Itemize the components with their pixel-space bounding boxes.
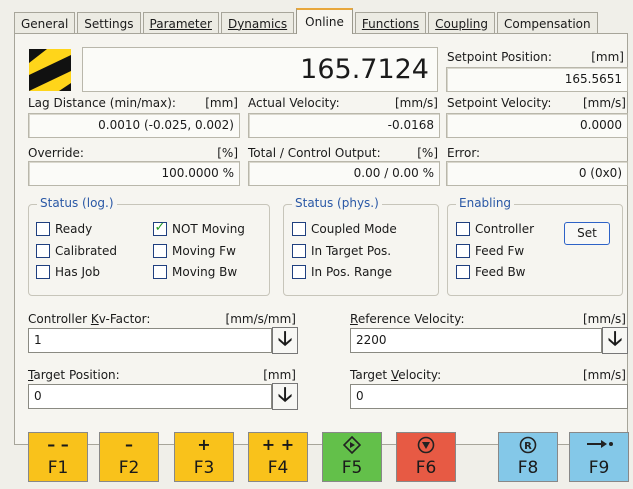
total-output-value: 0.00 / 0.00 % [248, 161, 440, 186]
moving-bw-checkbox[interactable]: Moving Bw [153, 265, 237, 279]
moving-fw-checkbox[interactable]: Moving Fw [153, 244, 236, 258]
f6-stop-button[interactable]: F6 [396, 432, 456, 482]
actual-velocity-unit: [mm/s] [394, 96, 438, 110]
kv-factor-label: Controller Kv-Factor: [28, 312, 151, 326]
error-value: 0 (0x0) [446, 161, 628, 186]
tab-dynamics[interactable]: Dynamics [220, 12, 295, 34]
actual-position-display: 165.7124 [82, 47, 438, 92]
tab-functions[interactable]: Functions [354, 12, 427, 34]
tab-online[interactable]: Online [296, 8, 353, 34]
in-pos-range-checkbox[interactable]: In Pos. Range [292, 265, 392, 279]
double-minus-icon: – – [47, 435, 69, 454]
setpoint-velocity-unit: [mm/s] [582, 96, 626, 110]
tab-compensation[interactable]: Compensation [497, 12, 598, 34]
minus-icon: – [125, 435, 133, 454]
tab-settings[interactable]: Settings [77, 12, 141, 34]
f3-jog-forward-button[interactable]: + F3 [174, 432, 234, 482]
status-log-title: Status (log.) [37, 196, 117, 210]
stop-icon [397, 436, 455, 458]
enabling-title: Enabling [456, 196, 515, 210]
set-button[interactable]: Set [564, 222, 610, 245]
f4-jog-fast-forward-button[interactable]: + + F4 [248, 432, 308, 482]
target-velocity-label: Target Velocity: [350, 368, 442, 382]
override-label: Override: [28, 146, 84, 160]
tab-bar: General Settings Parameter Dynamics Onli… [14, 8, 600, 34]
diamond-icon [323, 435, 381, 458]
setpoint-position-unit: [mm] [591, 50, 624, 64]
actual-velocity-value: -0.0168 [248, 113, 440, 138]
override-unit: [%] [217, 146, 238, 160]
in-target-pos-checkbox[interactable]: In Target Pos. [292, 244, 391, 258]
double-plus-icon: + + [261, 435, 295, 454]
axis-logo-icon [29, 49, 71, 91]
target-velocity-input[interactable]: 0 [350, 384, 628, 409]
f2-jog-back-button[interactable]: – F2 [99, 432, 159, 482]
f5-start-button[interactable]: F5 [322, 432, 382, 482]
target-position-input[interactable]: 0 [28, 384, 272, 409]
kv-factor-apply-arrow-icon[interactable]: 🡣 [272, 326, 298, 354]
ready-checkbox[interactable]: Ready [36, 222, 92, 236]
coupled-mode-checkbox[interactable]: Coupled Mode [292, 222, 397, 236]
target-position-apply-arrow-icon[interactable]: 🡣 [272, 382, 298, 410]
has-job-checkbox[interactable]: Has Job [36, 265, 100, 279]
feed-bw-checkbox[interactable]: Feed Bw [456, 265, 526, 279]
setpoint-velocity-label: Setpoint Velocity: [447, 96, 552, 110]
reference-velocity-label: Reference Velocity: [350, 312, 465, 326]
error-label: Error: [447, 146, 481, 160]
override-value: 100.0000 % [28, 161, 240, 186]
lag-distance-unit: [mm] [205, 96, 238, 110]
setpoint-velocity-value: 0.0000 [446, 113, 628, 138]
setpoint-position-label: Setpoint Position: [447, 50, 552, 64]
goto-icon [570, 436, 628, 456]
setpoint-position-value: 165.5651 [446, 67, 628, 92]
svg-text:R: R [524, 441, 532, 452]
tab-coupling[interactable]: Coupling [428, 12, 495, 34]
target-velocity-unit: [mm/s] [582, 368, 626, 382]
f1-jog-fast-back-button[interactable]: – – F1 [28, 432, 88, 482]
target-position-label: Target Position: [28, 368, 120, 382]
reference-velocity-apply-arrow-icon[interactable]: 🡣 [602, 326, 628, 354]
f9-goto-button[interactable]: F9 [569, 432, 629, 482]
f8-reference-button[interactable]: R F8 [498, 432, 558, 482]
not-moving-checkbox[interactable]: ✓ NOT Moving [153, 220, 245, 236]
plus-icon: + [197, 435, 211, 454]
tab-parameter[interactable]: Parameter [142, 12, 219, 34]
calibrated-checkbox[interactable]: Calibrated [36, 244, 117, 258]
total-output-unit: [%] [417, 146, 438, 160]
lag-distance-label: Lag Distance (min/max): [28, 96, 176, 110]
reference-velocity-input[interactable]: 2200 [350, 328, 602, 353]
controller-checkbox[interactable]: Controller [456, 222, 534, 236]
lag-distance-value: 0.0010 (-0.025, 0.002) [28, 113, 240, 138]
total-output-label: Total / Control Output: [248, 146, 381, 160]
actual-velocity-label: Actual Velocity: [248, 96, 340, 110]
kv-factor-input[interactable]: 1 [28, 328, 272, 353]
status-phys-title: Status (phys.) [292, 196, 382, 210]
check-icon: ✓ [154, 220, 166, 235]
feed-fw-checkbox[interactable]: Feed Fw [456, 244, 524, 258]
reference-icon: R [499, 436, 557, 458]
tab-general[interactable]: General [14, 12, 76, 34]
